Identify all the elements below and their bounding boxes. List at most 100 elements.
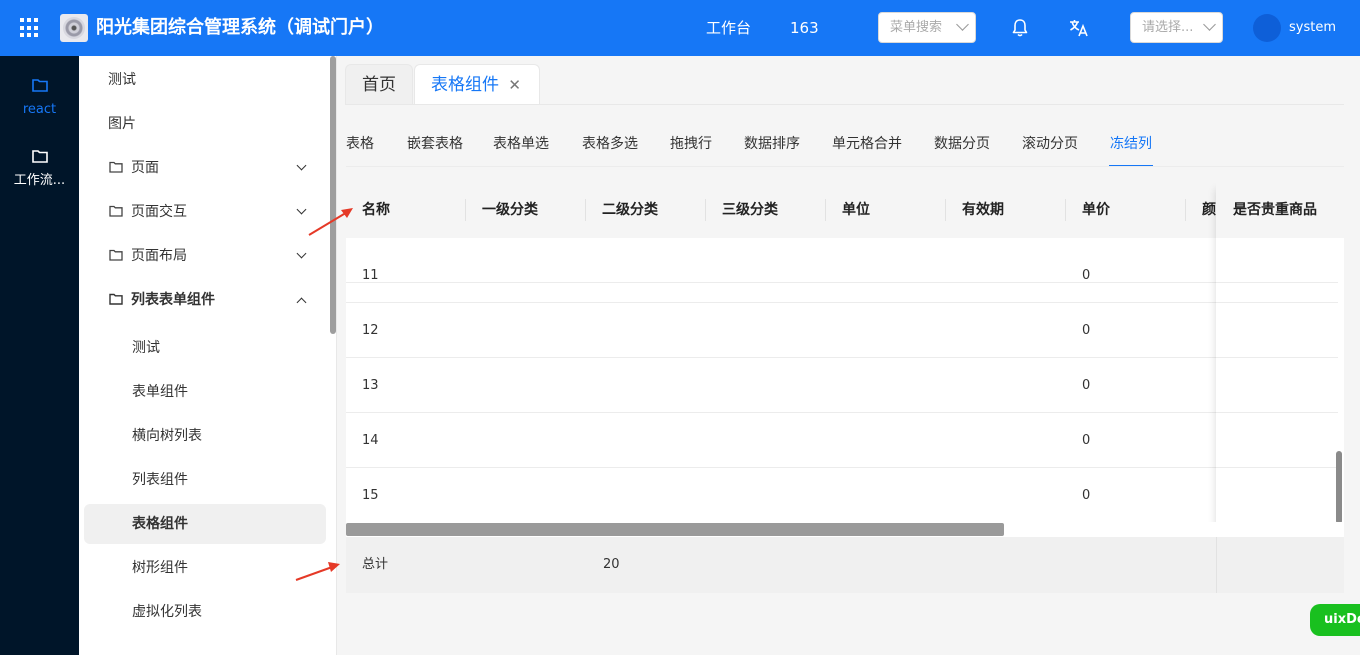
sidebar-item-label: 图片 — [108, 116, 136, 132]
sidebar-item-page-interaction[interactable]: 页面交互 — [79, 192, 329, 232]
app-grid-icon[interactable] — [20, 18, 40, 38]
rail-item-workflow[interactable]: 工作流... — [0, 149, 79, 189]
app-title: 阳光集团综合管理系统（调试门户） — [96, 17, 384, 38]
cell-unit-price: 0 — [1082, 488, 1091, 503]
menu-search-select[interactable]: 菜单搜索 — [878, 12, 976, 43]
sidebar-subitem-list[interactable]: 列表组件 — [79, 460, 329, 500]
summary-value: 20 — [603, 557, 620, 572]
table-horizontal-scrollbar[interactable] — [346, 523, 1004, 536]
cell-name: 14 — [362, 433, 379, 448]
module-rail: react 工作流... — [0, 56, 79, 655]
main-content: 首页 表格组件 ✕ 表格 嵌套表格 表格单选 表格多选 拖拽行 数据排序 单元格… — [337, 56, 1360, 655]
table-row[interactable]: 15 0 — [346, 468, 1344, 523]
folder-icon — [31, 79, 48, 92]
sidebar-subitem-virtual-list[interactable]: 虚拟化列表 — [79, 592, 329, 632]
folder-icon — [109, 249, 123, 261]
chevron-down-icon — [1203, 18, 1216, 31]
table-horizontal-scroll-track[interactable] — [346, 522, 1344, 537]
table-row[interactable]: 11 0 — [346, 248, 1344, 303]
sidebar-item-pages[interactable]: 页面 — [79, 148, 329, 188]
subtab-data-sort[interactable]: 数据排序 — [744, 135, 800, 153]
sidebar-item-label: 页面交互 — [131, 204, 187, 220]
sidebar-item-page-layout[interactable]: 页面布局 — [79, 236, 329, 276]
sidebar-item-test[interactable]: 测试 — [79, 60, 329, 100]
app-logo — [60, 14, 88, 42]
cell-name: 12 — [362, 323, 379, 338]
column-divider — [465, 199, 466, 221]
side-menu-scrollbar[interactable] — [330, 56, 336, 334]
translate-icon[interactable] — [1068, 17, 1090, 39]
table-row[interactable]: 14 0 — [346, 413, 1344, 468]
rail-item-react[interactable]: react — [0, 78, 79, 118]
table-vertical-scrollbar[interactable] — [1336, 451, 1342, 524]
username[interactable]: system — [1289, 19, 1336, 37]
annotation-arrow-icon — [308, 208, 353, 236]
subtab-pagination[interactable]: 数据分页 — [934, 135, 990, 153]
sidebar-item-images[interactable]: 图片 — [79, 104, 329, 144]
sidebar-item-label: 页面布局 — [131, 248, 187, 264]
sidebar-item-label: 页面 — [131, 160, 159, 176]
tab-label: 表格组件 — [431, 75, 499, 95]
subtab-drag-row[interactable]: 拖拽行 — [670, 135, 712, 153]
tab-label: 首页 — [362, 75, 396, 95]
chevron-down-icon — [296, 248, 307, 259]
cell-name: 15 — [362, 488, 379, 503]
close-icon[interactable]: ✕ — [508, 65, 521, 105]
workbench-link[interactable]: 工作台 — [706, 18, 751, 38]
tab-table-component[interactable]: 表格组件 ✕ — [414, 64, 540, 105]
summary-label: 总计 — [362, 557, 389, 572]
chevron-down-icon — [296, 160, 307, 171]
sidebar-item-label: 测试 — [132, 340, 160, 356]
top-header: 阳光集团综合管理系统（调试门户） 工作台 163 菜单搜索 请选择... sys… — [0, 0, 1360, 56]
frozen-cell — [1216, 468, 1338, 523]
sidebar-subitem-horizontal-tree[interactable]: 横向树列表 — [79, 416, 329, 456]
sidebar-item-label: 虚拟化列表 — [132, 604, 202, 620]
subtab-single-select[interactable]: 表格单选 — [493, 135, 549, 153]
message-count[interactable]: 163 — [790, 18, 819, 38]
rail-item-label: react — [22, 102, 57, 117]
subtab-cell-merge[interactable]: 单元格合并 — [832, 135, 902, 153]
column-divider — [585, 199, 586, 221]
divider — [346, 166, 1344, 167]
annotation-arrow-icon — [295, 562, 340, 581]
sidebar-item-label: 列表表单组件 — [131, 292, 215, 308]
subtab-multi-select[interactable]: 表格多选 — [582, 135, 638, 153]
portal-select[interactable]: 请选择... — [1130, 12, 1223, 43]
frozen-cell — [1216, 248, 1338, 303]
column-divider — [1185, 199, 1186, 221]
cell-unit-price: 0 — [1082, 323, 1091, 338]
frozen-summary-cell — [1216, 537, 1344, 593]
sidebar-item-label: 表格组件 — [132, 516, 188, 532]
sidebar-item-label: 列表组件 — [132, 472, 188, 488]
subtab-frozen-columns[interactable]: 冻结列 — [1110, 135, 1152, 153]
rail-item-label: 工作流... — [13, 173, 66, 188]
tab-home[interactable]: 首页 — [345, 64, 413, 104]
cell-name: 11 — [362, 268, 379, 283]
table-row[interactable]: 12 0 — [346, 303, 1344, 358]
sidebar-subitem-form[interactable]: 表单组件 — [79, 372, 329, 412]
subtab-scroll-pagination[interactable]: 滚动分页 — [1022, 135, 1078, 153]
sidebar-item-label: 测试 — [108, 72, 136, 88]
subtab-nested-table[interactable]: 嵌套表格 — [407, 135, 463, 153]
sidebar-subitem-test[interactable]: 测试 — [79, 328, 329, 368]
cell-unit-price: 0 — [1082, 268, 1091, 283]
cell-unit-price: 0 — [1082, 378, 1091, 393]
bell-icon[interactable] — [1011, 18, 1029, 38]
sidebar-item-label: 表单组件 — [132, 384, 188, 400]
folder-icon — [109, 293, 123, 305]
chevron-up-icon — [296, 297, 307, 308]
uixdev-floating-button[interactable]: uixDev — [1310, 604, 1360, 636]
menu-search-placeholder: 菜单搜索 — [890, 20, 943, 35]
sidebar-item-list-form-components[interactable]: 列表表单组件 — [79, 280, 329, 320]
subtab-table[interactable]: 表格 — [346, 135, 374, 153]
avatar[interactable] — [1253, 14, 1281, 42]
column-divider — [945, 199, 946, 221]
frozen-cell — [1216, 303, 1338, 358]
frozen-cell — [1216, 358, 1338, 413]
table-row[interactable]: 13 0 — [346, 358, 1344, 413]
sidebar-subitem-table[interactable]: 表格组件 — [84, 504, 326, 544]
chevron-down-icon — [956, 18, 969, 31]
table-summary-row: 总计 20 — [346, 537, 1344, 593]
cell-name: 13 — [362, 378, 379, 393]
divider — [345, 104, 1344, 105]
